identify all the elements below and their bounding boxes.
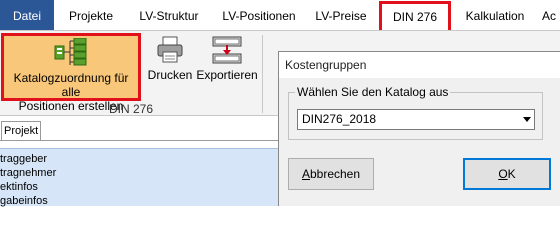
export-icon: [196, 35, 258, 68]
export-button-label: Exportieren: [196, 68, 258, 82]
cancel-mnemonic: A: [301, 167, 310, 181]
tab-datei[interactable]: Datei: [0, 0, 54, 30]
tab-lv-preise[interactable]: LV-Preise: [311, 0, 371, 30]
left-panel: Projekt traggeber tragnehmer ektinfos ga…: [0, 117, 290, 207]
catalog-select-value: DIN276_2018: [302, 112, 377, 126]
tab-kalkulation[interactable]: Kalkulation: [457, 0, 533, 30]
tab-projekte[interactable]: Projekte: [60, 0, 122, 30]
dialog-title: Kostengruppen: [279, 52, 560, 78]
printer-icon: [146, 35, 194, 68]
ribbon-tab-strip: Datei Projekte LV-Struktur LV-Positionen…: [0, 0, 560, 32]
tab-lv-positionen[interactable]: LV-Positionen: [213, 0, 305, 30]
print-button-label: Drucken: [147, 68, 193, 82]
tab-din-276[interactable]: DIN 276: [379, 1, 451, 32]
catalog-assignment-button[interactable]: Katalogzuordnung für alle Positionen ers…: [1, 33, 141, 113]
ok-mnemonic: O: [498, 167, 508, 181]
export-button[interactable]: Exportieren: [196, 33, 258, 101]
catalog-group-label: Wählen Sie den Katalog aus: [295, 85, 451, 99]
cancel-button[interactable]: Abbrechen: [288, 158, 374, 190]
ok-button[interactable]: OK: [463, 158, 551, 190]
list-item[interactable]: gabeinfos: [0, 195, 48, 207]
ribbon-group-label: DIN 276: [108, 102, 154, 116]
tab-divider: [0, 140, 290, 141]
ok-label-rest: K: [507, 167, 516, 181]
print-button[interactable]: Drucken: [146, 33, 194, 101]
cancel-label-rest: bbrechen: [309, 167, 361, 181]
tab-lv-struktur[interactable]: LV-Struktur: [128, 0, 210, 30]
ribbon-group-separator: [262, 35, 263, 113]
tab-ac[interactable]: Ac: [542, 0, 560, 30]
list-item[interactable]: traggeber: [0, 153, 47, 165]
catalog-groupbox: Wählen Sie den Katalog aus DIN276_2018: [288, 85, 543, 140]
kostengruppen-dialog: Kostengruppen Wählen Sie den Katalog aus…: [278, 51, 560, 206]
list-item[interactable]: ektinfos: [0, 181, 38, 193]
catalog-select[interactable]: DIN276_2018: [297, 109, 535, 130]
hierarchy-icon: [4, 37, 138, 71]
catalog-button-label-line1: Katalogzuordnung für alle: [13, 71, 129, 99]
project-list[interactable]: traggeber tragnehmer ektinfos gabeinfos: [0, 148, 290, 207]
dropdown-arrow-icon[interactable]: [523, 117, 531, 122]
tab-projekt[interactable]: Projekt: [1, 121, 41, 141]
list-item[interactable]: tragnehmer: [0, 167, 56, 179]
